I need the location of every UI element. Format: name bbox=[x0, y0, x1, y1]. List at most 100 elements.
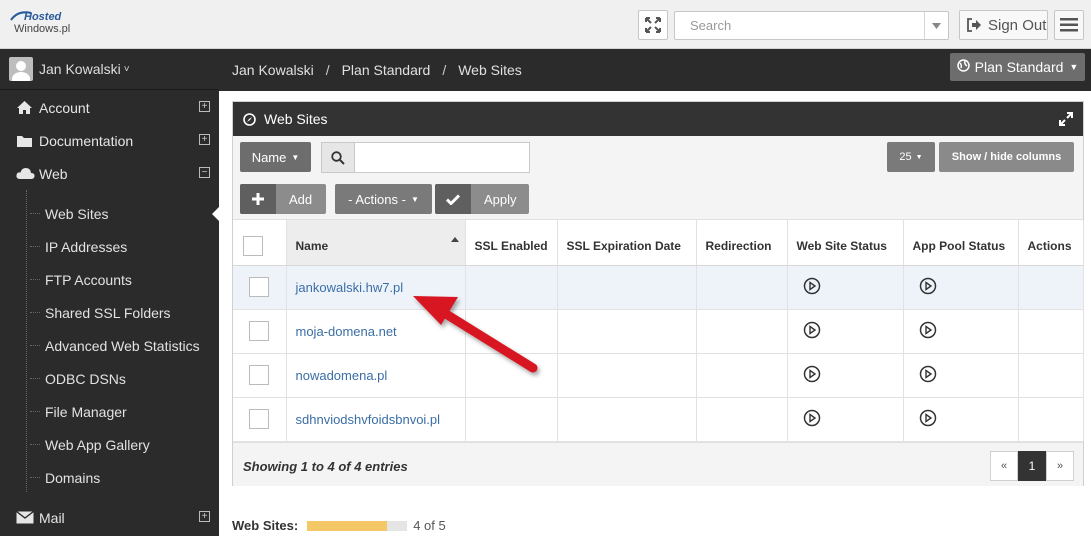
sidebar-item-documentation[interactable]: Documentation + bbox=[0, 124, 219, 157]
play-circle-icon[interactable] bbox=[919, 365, 937, 383]
row-select-cell bbox=[233, 309, 287, 354]
hostedwindows-logo[interactable]: Hosted Windows.pl bbox=[10, 8, 80, 40]
sign-out-icon bbox=[967, 18, 981, 32]
play-circle-icon[interactable] bbox=[803, 277, 821, 295]
expand-toggle[interactable]: + bbox=[199, 511, 210, 522]
table-search-input[interactable] bbox=[354, 142, 530, 173]
global-search-input[interactable] bbox=[675, 12, 925, 39]
sidebar-item-label: FTP Accounts bbox=[45, 271, 132, 288]
caret-down-icon: ▼ bbox=[915, 153, 923, 161]
show-hide-columns-label: Show / hide columns bbox=[951, 151, 1062, 163]
play-circle-icon[interactable] bbox=[919, 277, 937, 295]
cloud-icon bbox=[16, 166, 36, 182]
sidebar-item-mail[interactable]: Mail + bbox=[0, 501, 219, 534]
breadcrumb-item-plan[interactable]: Plan Standard bbox=[342, 62, 431, 78]
site-link[interactable]: jankowalski.hw7.pl bbox=[296, 280, 404, 295]
sidebar-item-shared-ssl-folders[interactable]: Shared SSL Folders bbox=[0, 296, 219, 329]
site-link[interactable]: sdhnviodshvfoidsbnvoi.pl bbox=[296, 412, 441, 427]
sidebar-item-ip-addresses[interactable]: IP Addresses bbox=[0, 230, 219, 263]
pagination-next[interactable]: » bbox=[1046, 451, 1074, 481]
pagination-page[interactable]: 1 bbox=[1018, 451, 1046, 481]
main-menu-button[interactable] bbox=[1054, 10, 1084, 40]
top-bar: Hosted Windows.pl Sign Out bbox=[0, 0, 1091, 49]
collapse-toggle[interactable]: − bbox=[199, 167, 210, 178]
pagination-prev[interactable]: « bbox=[990, 451, 1018, 481]
row-select-cell bbox=[233, 265, 287, 310]
page-size-dropdown[interactable]: 25 ▼ bbox=[887, 142, 935, 172]
caret-down-icon bbox=[932, 22, 941, 29]
ssl-enabled-cell bbox=[465, 265, 558, 310]
sidebar-item-web[interactable]: Web − bbox=[0, 157, 219, 190]
web-site-status-cell bbox=[787, 309, 904, 354]
search-dropdown-toggle[interactable] bbox=[924, 12, 948, 39]
web-site-status-cell bbox=[787, 265, 904, 310]
column-header-ssl-expiration-date[interactable]: SSL Expiration Date bbox=[557, 220, 697, 266]
web-site-status-cell bbox=[787, 353, 904, 398]
expand-toggle[interactable]: + bbox=[199, 101, 210, 112]
play-circle-icon[interactable] bbox=[919, 409, 937, 427]
ssl-expiration-cell bbox=[557, 309, 697, 354]
sidebar-item-web-app-gallery[interactable]: Web App Gallery bbox=[0, 428, 219, 461]
sidebar-item-advanced-web-statistics[interactable]: Advanced Web Statistics bbox=[0, 329, 219, 362]
sidebar-item-domains[interactable]: Domains bbox=[0, 461, 219, 494]
sidebar-item-label: Web Sites bbox=[45, 205, 109, 222]
show-hide-columns-button[interactable]: Show / hide columns bbox=[939, 142, 1074, 172]
web-sites-quota: Web Sites: 4 of 5 bbox=[232, 518, 446, 533]
site-link[interactable]: moja-domena.net bbox=[296, 324, 397, 339]
select-all-checkbox[interactable] bbox=[243, 236, 263, 257]
entries-info: Showing 1 to 4 of 4 entries bbox=[243, 459, 408, 474]
sidebar-item-account[interactable]: Account + bbox=[0, 91, 219, 124]
global-search[interactable] bbox=[674, 11, 949, 40]
play-circle-icon[interactable] bbox=[803, 409, 821, 427]
redirection-cell bbox=[696, 353, 788, 398]
plan-selector-button[interactable]: Plan Standard ▼ bbox=[950, 53, 1085, 81]
play-circle-icon[interactable] bbox=[803, 321, 821, 339]
web-sites-table: Name SSL Enabled SSL Expiration Date Red… bbox=[233, 220, 1084, 442]
row-checkbox[interactable] bbox=[249, 409, 269, 429]
name-cell: jankowalski.hw7.pl bbox=[286, 265, 466, 310]
column-header-redirection[interactable]: Redirection bbox=[696, 220, 788, 266]
user-menu[interactable]: Jan Kowalski ˅ bbox=[0, 49, 219, 90]
sidebar-item-label: ODBC DSNs bbox=[45, 370, 126, 387]
column-header-web-site-status[interactable]: Web Site Status bbox=[787, 220, 904, 266]
caret-down-icon: ▼ bbox=[1069, 62, 1079, 72]
hamburger-icon bbox=[1060, 18, 1078, 32]
sidebar-item-web-sites[interactable]: Web Sites bbox=[0, 197, 219, 230]
fullscreen-button[interactable] bbox=[638, 10, 668, 40]
play-circle-icon[interactable] bbox=[803, 365, 821, 383]
column-label: SSL Enabled bbox=[474, 239, 548, 254]
column-header-name[interactable]: Name bbox=[286, 220, 466, 266]
search-button[interactable] bbox=[321, 142, 355, 173]
apply-button[interactable]: Apply bbox=[435, 184, 529, 214]
panel-title: Web Sites bbox=[264, 111, 328, 127]
table-header-row: Name SSL Enabled SSL Expiration Date Red… bbox=[233, 220, 1084, 266]
site-link[interactable]: nowadomena.pl bbox=[296, 368, 388, 383]
actions-dropdown[interactable]: - Actions - ▼ bbox=[335, 184, 432, 214]
row-checkbox[interactable] bbox=[249, 277, 269, 297]
name-cell: moja-domena.net bbox=[286, 309, 466, 354]
envelope-icon bbox=[16, 510, 36, 526]
quota-value: 4 of 5 bbox=[413, 518, 446, 533]
column-header-ssl-enabled[interactable]: SSL Enabled bbox=[465, 220, 558, 266]
row-checkbox[interactable] bbox=[249, 321, 269, 341]
sign-out-button[interactable]: Sign Out bbox=[959, 10, 1048, 40]
filter-field-dropdown[interactable]: Name ▼ bbox=[240, 142, 311, 172]
play-circle-icon[interactable] bbox=[919, 321, 937, 339]
sidebar-item-label: Mail bbox=[39, 509, 65, 526]
table-row: jankowalski.hw7.pl bbox=[233, 265, 1084, 310]
column-header-app-pool-status[interactable]: App Pool Status bbox=[903, 220, 1019, 266]
app-pool-status-cell bbox=[903, 265, 1019, 310]
add-button[interactable]: Add bbox=[240, 184, 326, 214]
expand-panel-icon[interactable] bbox=[1059, 112, 1073, 126]
breadcrumb-item-current: Web Sites bbox=[458, 62, 522, 78]
row-select-cell bbox=[233, 353, 287, 398]
actions-cell bbox=[1018, 353, 1084, 398]
sidebar-item-odbc-dsns[interactable]: ODBC DSNs bbox=[0, 362, 219, 395]
caret-down-icon: ▼ bbox=[410, 194, 419, 204]
ssl-expiration-cell bbox=[557, 353, 697, 398]
sidebar-item-file-manager[interactable]: File Manager bbox=[0, 395, 219, 428]
row-checkbox[interactable] bbox=[249, 365, 269, 385]
sidebar-item-ftp-accounts[interactable]: FTP Accounts bbox=[0, 263, 219, 296]
expand-toggle[interactable]: + bbox=[199, 134, 210, 145]
breadcrumb-item-user[interactable]: Jan Kowalski bbox=[232, 62, 314, 78]
